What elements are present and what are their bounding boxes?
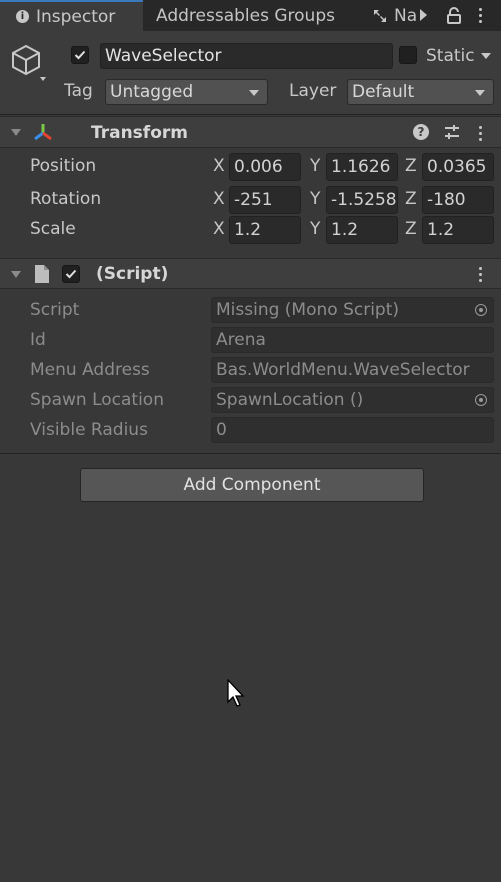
script-file-icon bbox=[34, 264, 50, 284]
static-label: Static bbox=[426, 46, 475, 66]
rotation-z-label[interactable]: Z bbox=[405, 189, 417, 209]
tab-inspector-label: Inspector bbox=[36, 6, 116, 27]
position-y-value: 1.1626 bbox=[331, 157, 391, 177]
transform-title: Transform bbox=[91, 123, 188, 143]
add-component-button[interactable]: Add Component bbox=[80, 468, 424, 502]
scale-y-value: 1.2 bbox=[331, 220, 359, 240]
scale-z-value: 1.2 bbox=[427, 220, 455, 240]
tab-menu-icon[interactable] bbox=[474, 6, 486, 24]
rotation-x-value: -251 bbox=[234, 190, 273, 210]
script-label: Script bbox=[30, 300, 80, 320]
tag-label: Tag bbox=[64, 81, 93, 101]
transform-axes-icon bbox=[32, 122, 54, 144]
object-picker-icon[interactable] bbox=[475, 394, 487, 406]
rotation-y-field[interactable]: -1.5258 bbox=[326, 186, 398, 214]
object-header: WaveSelector Static Tag Untagged Layer D… bbox=[0, 31, 501, 115]
tab-scroll-right-icon[interactable] bbox=[420, 9, 427, 21]
foldout-arrow-icon[interactable] bbox=[11, 271, 21, 278]
rotation-x-label[interactable]: X bbox=[213, 189, 225, 209]
rotation-z-value: -180 bbox=[427, 190, 466, 210]
rotation-y-label[interactable]: Y bbox=[310, 189, 320, 209]
active-checkbox[interactable] bbox=[71, 46, 89, 64]
chevron-down-icon bbox=[249, 90, 259, 96]
script-title: (Script) bbox=[96, 264, 169, 284]
tab-inspector[interactable]: i Inspector bbox=[0, 0, 143, 31]
rotation-y-value: -1.5258 bbox=[331, 190, 397, 210]
check-icon bbox=[65, 269, 77, 279]
position-x-field[interactable]: 0.006 bbox=[229, 153, 301, 181]
position-y-field[interactable]: 1.1626 bbox=[326, 153, 398, 181]
scale-z-label[interactable]: Z bbox=[405, 219, 417, 239]
position-x-label[interactable]: X bbox=[213, 156, 225, 176]
layer-dropdown[interactable]: Default bbox=[347, 79, 494, 105]
rotation-z-field[interactable]: -180 bbox=[422, 186, 494, 214]
id-field[interactable]: Arena bbox=[211, 327, 494, 353]
id-label: Id bbox=[30, 330, 46, 350]
check-icon bbox=[74, 50, 86, 60]
lock-icon[interactable] bbox=[444, 6, 464, 26]
visible-radius-value: 0 bbox=[216, 420, 227, 440]
section-divider bbox=[0, 453, 501, 454]
preset-sliders-icon[interactable] bbox=[443, 123, 461, 141]
menu-address-label: Menu Address bbox=[30, 360, 150, 380]
visible-radius-field[interactable]: 0 bbox=[211, 417, 494, 443]
menu-address-value: Bas.WorldMenu.WaveSelector bbox=[216, 360, 470, 380]
spawn-location-value: SpawnLocation () bbox=[216, 390, 364, 410]
position-z-label[interactable]: Z bbox=[405, 156, 417, 176]
position-z-value: 0.0365 bbox=[427, 157, 487, 177]
spawn-location-label: Spawn Location bbox=[30, 390, 164, 410]
script-enabled-checkbox[interactable] bbox=[62, 265, 80, 283]
scale-x-label[interactable]: X bbox=[213, 219, 225, 239]
layer-value: Default bbox=[352, 82, 415, 102]
script-menu-icon[interactable] bbox=[474, 265, 486, 283]
transform-header[interactable]: Transform ? bbox=[0, 116, 501, 148]
static-dropdown-arrow-icon[interactable] bbox=[481, 53, 491, 59]
object-picker-icon[interactable] bbox=[475, 304, 487, 316]
chevron-down-icon bbox=[475, 90, 485, 96]
tab-addressables-label: Addressables Groups bbox=[156, 5, 335, 26]
scale-x-value: 1.2 bbox=[234, 220, 262, 240]
position-y-label[interactable]: Y bbox=[310, 156, 320, 176]
static-checkbox[interactable] bbox=[399, 46, 417, 64]
visible-radius-label: Visible Radius bbox=[30, 420, 148, 440]
script-component-header[interactable]: (Script) bbox=[0, 258, 501, 289]
rotation-x-field[interactable]: -251 bbox=[229, 186, 301, 214]
scale-x-field[interactable]: 1.2 bbox=[229, 216, 301, 244]
scale-label: Scale bbox=[30, 219, 76, 239]
scale-y-field[interactable]: 1.2 bbox=[326, 216, 398, 244]
mouse-cursor-icon bbox=[227, 678, 247, 709]
add-component-label: Add Component bbox=[183, 475, 321, 495]
tab-navigation[interactable]: Na bbox=[360, 0, 420, 31]
script-field[interactable]: Missing (Mono Script) bbox=[211, 297, 494, 323]
object-name-field[interactable]: WaveSelector bbox=[100, 43, 393, 69]
tab-bar: i Inspector Addressables Groups Na bbox=[0, 0, 501, 32]
position-x-value: 0.006 bbox=[234, 157, 283, 177]
object-name-text: WaveSelector bbox=[105, 46, 222, 66]
rotation-label: Rotation bbox=[30, 189, 102, 209]
scale-z-field[interactable]: 1.2 bbox=[422, 216, 494, 244]
script-value: Missing (Mono Script) bbox=[216, 300, 400, 320]
id-value: Arena bbox=[216, 330, 266, 350]
help-icon[interactable]: ? bbox=[413, 124, 429, 140]
info-icon: i bbox=[16, 10, 29, 23]
tag-value: Untagged bbox=[110, 82, 194, 102]
tab-addressables-groups[interactable]: Addressables Groups bbox=[144, 0, 354, 31]
position-label: Position bbox=[30, 156, 97, 176]
spawn-location-field[interactable]: SpawnLocation () bbox=[211, 387, 494, 413]
tag-dropdown[interactable]: Untagged bbox=[105, 79, 268, 105]
layer-label: Layer bbox=[289, 81, 337, 101]
foldout-arrow-icon[interactable] bbox=[11, 129, 21, 136]
transform-menu-icon[interactable] bbox=[474, 124, 486, 142]
position-z-field[interactable]: 0.0365 bbox=[422, 153, 494, 181]
gameobject-cube-icon[interactable] bbox=[10, 43, 48, 85]
tab-navigation-label: Na bbox=[394, 5, 418, 26]
scale-y-label[interactable]: Y bbox=[310, 219, 320, 239]
menu-address-field[interactable]: Bas.WorldMenu.WaveSelector bbox=[211, 357, 494, 383]
navigation-icon bbox=[374, 9, 386, 22]
